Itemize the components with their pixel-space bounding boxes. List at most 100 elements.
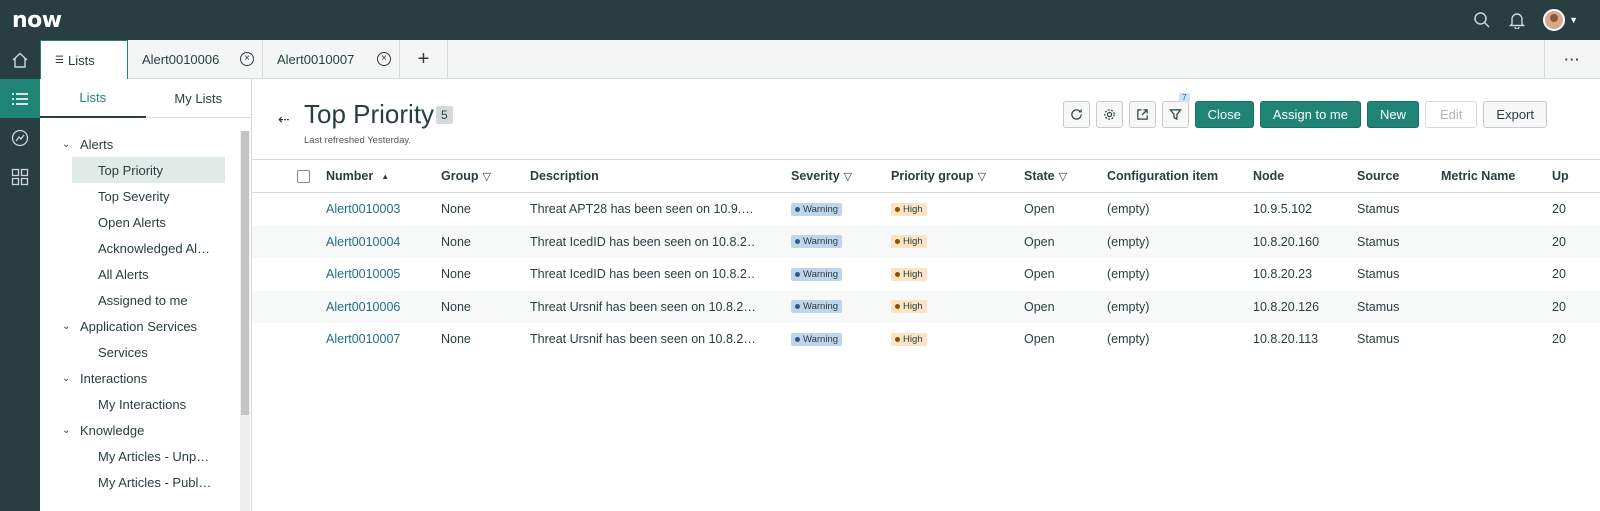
- node-cell: 10.8.20.23: [1253, 267, 1313, 282]
- alert-number-link[interactable]: Alert0010004: [326, 235, 400, 249]
- tree-item-open-alerts[interactable]: Open Alerts: [40, 209, 240, 235]
- select-all-checkbox[interactable]: [297, 160, 310, 192]
- configuration-item-cell-wrapper: (empty): [1107, 323, 1149, 356]
- new-button[interactable]: New: [1367, 101, 1420, 128]
- priority-badge: High: [891, 300, 927, 314]
- description-cell-wrapper: Threat APT28 has been seen on 10.9.…: [530, 193, 755, 226]
- share-button[interactable]: [1128, 101, 1156, 128]
- source-cell-wrapper: Stamus: [1357, 258, 1399, 291]
- tab-my-lists[interactable]: My Lists: [145, 79, 251, 118]
- table-header: Number ▲ Group ▽ Description Severity ▽ Pri…: [252, 159, 1600, 193]
- description-cell-wrapper: Threat IcedID has been seen on 10.8.2…: [530, 258, 755, 291]
- home-icon[interactable]: [0, 40, 40, 79]
- filter-button[interactable]: 7: [1161, 93, 1190, 128]
- filter-icon[interactable]: ▽: [844, 170, 852, 183]
- source-cell-wrapper: Stamus: [1357, 193, 1399, 226]
- tree-item-services[interactable]: Services: [40, 339, 240, 365]
- close-icon[interactable]: ×: [240, 52, 254, 66]
- node-cell: 10.8.20.160: [1253, 234, 1320, 249]
- tree-item-acknowledged-alerts[interactable]: Acknowledged Al…: [40, 235, 240, 261]
- alert-number-link-wrapper: Alert0010004: [326, 226, 400, 259]
- severity-badge: Warning: [791, 202, 843, 216]
- share-icon: [1136, 109, 1148, 120]
- tab-alert0010006[interactable]: Alert0010006 ×: [128, 40, 263, 79]
- tree-item-my-interactions[interactable]: My Interactions: [40, 391, 240, 417]
- column-header-state[interactable]: State ▽: [1024, 160, 1067, 192]
- severity-badge: Warning: [791, 267, 843, 281]
- severity-wrapper: Warning: [791, 193, 843, 226]
- tree-group-alerts[interactable]: ⌄ Alerts: [40, 131, 240, 157]
- configuration-item-cell-wrapper: (empty): [1107, 258, 1149, 291]
- tab-lists[interactable]: ☰ Lists: [40, 40, 128, 79]
- grid-icon[interactable]: [0, 157, 40, 196]
- tree-group-application-services[interactable]: ⌄ Application Services: [40, 313, 240, 339]
- column-header-source[interactable]: Source: [1357, 160, 1399, 192]
- left-rail: [0, 40, 40, 511]
- column-header-node[interactable]: Node: [1253, 160, 1284, 192]
- column-header-group[interactable]: Group ▽: [441, 160, 491, 192]
- alert-number-link[interactable]: Alert0010007: [326, 332, 400, 346]
- table-row[interactable]: Alert0010006 None Threat Ursnif has been s…: [252, 290, 1600, 324]
- filter-icon[interactable]: ▽: [978, 170, 986, 183]
- updated-cell: 20: [1552, 267, 1566, 282]
- scrollbar-thumb[interactable]: [241, 131, 249, 415]
- source-cell-wrapper: Stamus: [1357, 323, 1399, 356]
- column-header-updated[interactable]: Up: [1552, 160, 1569, 192]
- tab-alert0010007[interactable]: Alert0010007 ×: [263, 40, 400, 79]
- description-cell-wrapper: Threat IcedID has been seen on 10.8.2…: [530, 226, 755, 259]
- assign-to-me-button[interactable]: Assign to me: [1259, 101, 1361, 128]
- tree-item-my-articles-published[interactable]: My Articles - Publ…: [40, 469, 240, 495]
- updated-cell-wrapper: 20: [1552, 323, 1566, 356]
- table-row[interactable]: Alert0010003 None Threat APT28 has been se…: [252, 193, 1600, 226]
- tree-item-top-priority[interactable]: Top Priority: [72, 157, 225, 183]
- state-cell: Open: [1024, 267, 1055, 282]
- settings-button[interactable]: [1095, 101, 1123, 128]
- state-cell-wrapper: Open: [1024, 258, 1055, 291]
- export-button[interactable]: Export: [1483, 101, 1547, 128]
- column-header-priority-group[interactable]: Priority group ▽: [891, 160, 986, 192]
- table-row[interactable]: Alert0010005 None Threat IcedID has been s…: [252, 258, 1600, 291]
- bell-icon[interactable]: [1509, 11, 1526, 29]
- alert-number-link[interactable]: Alert0010005: [326, 267, 400, 281]
- refresh-button[interactable]: [1062, 101, 1090, 128]
- filter-icon[interactable]: ▽: [1059, 170, 1067, 183]
- column-header-metric-name[interactable]: Metric Name: [1441, 160, 1515, 192]
- tab-lists[interactable]: Lists: [40, 79, 146, 118]
- column-header-configuration-item[interactable]: Configuration item: [1107, 160, 1218, 192]
- group-cell: None: [441, 332, 471, 347]
- chevron-down-icon[interactable]: ▼: [1569, 15, 1578, 25]
- node-cell-wrapper: 10.8.20.126: [1253, 291, 1319, 324]
- close-button[interactable]: Close: [1194, 101, 1254, 128]
- add-tab-button[interactable]: +: [400, 40, 448, 79]
- table-row[interactable]: Alert0010007 None Threat Ursnif has been s…: [252, 323, 1600, 356]
- severity-wrapper: Warning: [791, 323, 843, 356]
- list-icon[interactable]: [0, 79, 40, 118]
- source-cell-wrapper: Stamus: [1357, 291, 1399, 324]
- column-header-description[interactable]: Description: [530, 160, 599, 192]
- tree-group-interactions[interactable]: ⌄ Interactions: [40, 365, 240, 391]
- description-cell: Threat APT28 has been seen on 10.9.…: [530, 202, 754, 217]
- alert-number-link[interactable]: Alert0010003: [326, 202, 400, 216]
- tree-group-knowledge[interactable]: ⌄ Knowledge: [40, 417, 240, 443]
- scrollbar[interactable]: [240, 131, 250, 511]
- column-header-number[interactable]: Number ▲: [326, 160, 389, 192]
- now-logo[interactable]: now: [12, 8, 62, 33]
- state-cell: Open: [1024, 234, 1055, 249]
- tree-item-top-severity[interactable]: Top Severity: [40, 183, 240, 209]
- more-options-button[interactable]: ···: [1544, 40, 1600, 79]
- filter-icon[interactable]: ▽: [483, 170, 491, 183]
- source-cell-wrapper: Stamus: [1357, 226, 1399, 259]
- dashboard-icon[interactable]: [0, 118, 40, 157]
- tree-item-assigned-to-me[interactable]: Assigned to me: [40, 287, 240, 313]
- tree-item-my-articles-unpublished[interactable]: My Articles - Unp…: [40, 443, 240, 469]
- table-row[interactable]: Alert0010004 None Threat IcedID has been s…: [252, 225, 1600, 259]
- tree-item-all-alerts[interactable]: All Alerts: [40, 261, 240, 287]
- user-avatar[interactable]: [1543, 9, 1566, 31]
- list-navigator: Lists My Lists ⌄ Alerts Top Priority Top …: [40, 79, 252, 511]
- close-icon[interactable]: ×: [377, 52, 391, 66]
- collapse-navigator-icon[interactable]: ⇠: [278, 111, 290, 128]
- alert-number-link[interactable]: Alert0010006: [326, 300, 400, 314]
- search-icon[interactable]: [1473, 11, 1491, 29]
- plus-icon: +: [417, 48, 430, 70]
- column-header-severity[interactable]: Severity ▽: [791, 160, 852, 192]
